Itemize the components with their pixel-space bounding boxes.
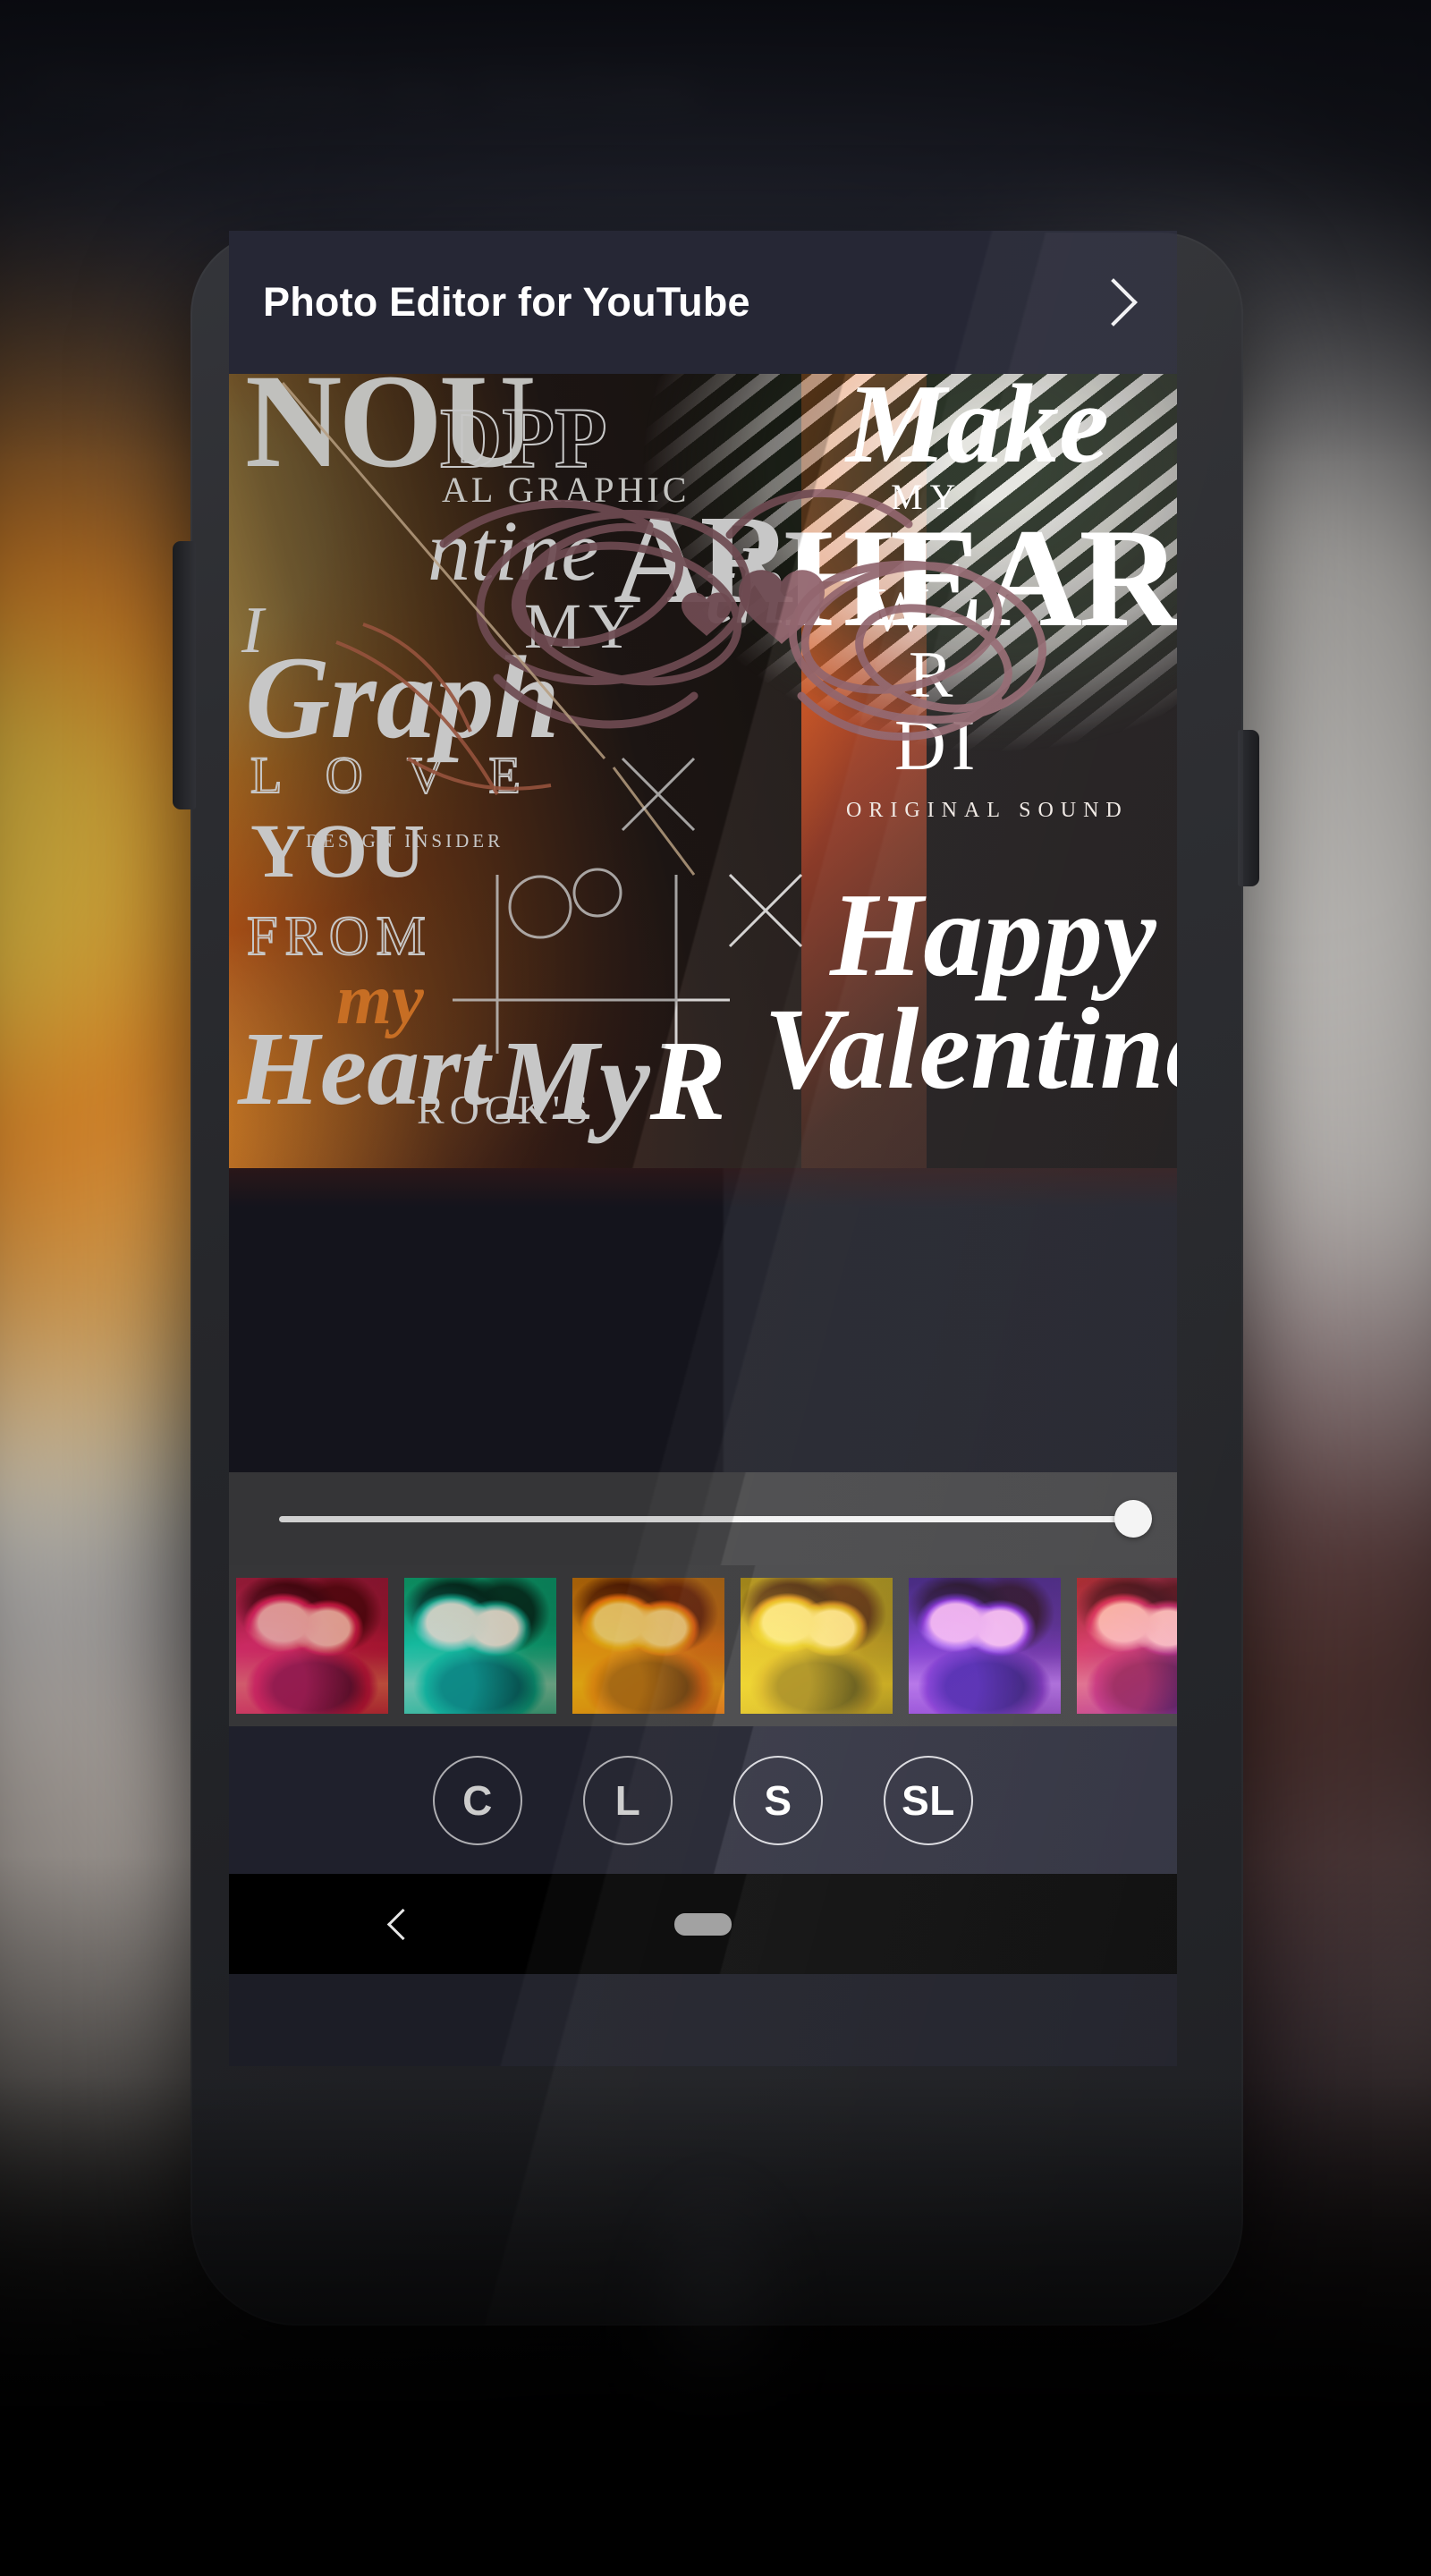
filter-thumbnail-glow bbox=[909, 1578, 1061, 1714]
slider-container bbox=[229, 1472, 1177, 1565]
home-pill-indicator[interactable] bbox=[674, 1912, 732, 1936]
tool-button-label: S bbox=[764, 1776, 792, 1824]
filter-thumbnail[interactable] bbox=[741, 1578, 893, 1714]
app-title: Photo Editor for YouTube bbox=[263, 279, 750, 325]
filter-thumbnail[interactable] bbox=[404, 1578, 556, 1714]
app-title-bar: Photo Editor for YouTube bbox=[229, 231, 1177, 374]
slider-glare bbox=[229, 1472, 1177, 1565]
filter-thumbnail-strip[interactable] bbox=[229, 1565, 1177, 1726]
tool-button-label: L bbox=[614, 1776, 641, 1824]
photo-canvas-preview[interactable]: NOU DPP AL GRAPHIC ntine AR MY I Graph L… bbox=[229, 374, 1177, 1168]
filter-thumbnail-glow bbox=[404, 1578, 556, 1714]
tool-button-c[interactable]: C bbox=[433, 1755, 522, 1845]
back-chevron-icon[interactable] bbox=[386, 1908, 419, 1940]
canvas-empty-area bbox=[229, 1168, 1177, 1472]
tool-button-label: SL bbox=[902, 1776, 955, 1824]
filter-thumbnail-glow bbox=[741, 1578, 893, 1714]
filter-thumbnail[interactable] bbox=[572, 1578, 724, 1714]
chevron-right-icon[interactable] bbox=[1089, 278, 1138, 326]
power-button[interactable] bbox=[1238, 730, 1259, 886]
phone-screen: Photo Editor for YouTube NOU DPP AL GRAP… bbox=[229, 231, 1177, 2066]
android-navigation-bar bbox=[229, 1874, 1177, 1974]
tool-button-sl[interactable]: SL bbox=[884, 1755, 973, 1845]
tool-button-row: C L S SL bbox=[229, 1726, 1177, 1874]
screenshot-root: Photo Editor for YouTube Photo Editor fo… bbox=[0, 0, 1431, 2576]
artwork-screen-glare bbox=[229, 374, 1177, 1168]
volume-rocker-button[interactable] bbox=[173, 541, 196, 809]
tool-button-label: C bbox=[462, 1776, 493, 1824]
filter-thumbnail[interactable] bbox=[909, 1578, 1061, 1714]
filter-thumbnail[interactable] bbox=[1077, 1578, 1177, 1714]
filter-thumbnail-glow bbox=[236, 1578, 388, 1714]
filter-thumbnail-glow bbox=[1077, 1578, 1177, 1714]
tool-button-s[interactable]: S bbox=[733, 1755, 823, 1845]
filter-thumbnail-glow bbox=[572, 1578, 724, 1714]
tool-row-glare bbox=[229, 1726, 1177, 1874]
filter-thumbnail[interactable] bbox=[236, 1578, 388, 1714]
tool-button-l[interactable]: L bbox=[583, 1755, 673, 1845]
